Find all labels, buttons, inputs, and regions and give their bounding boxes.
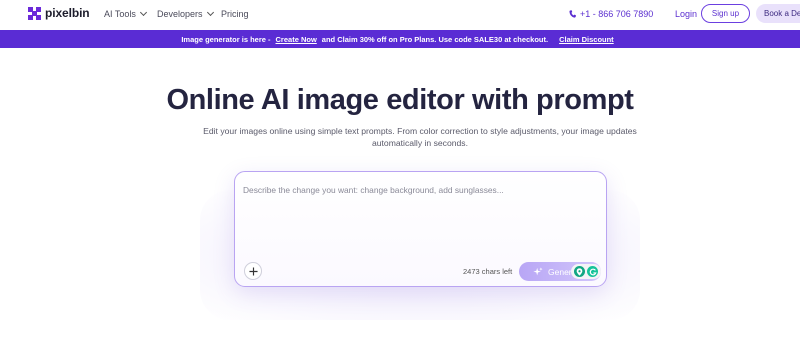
prompt-box: 2473 chars left Generate	[234, 171, 607, 287]
logo-text: pixelbin	[45, 6, 90, 20]
menu-pricing[interactable]: Pricing	[221, 9, 249, 19]
page-title: Online AI image editor with prompt	[166, 84, 634, 116]
sparkle-icon	[533, 266, 543, 275]
plus-icon	[248, 266, 258, 276]
grammarly-extension-icon[interactable]	[587, 266, 598, 277]
chars-left-counter: 2473 chars left	[463, 267, 513, 276]
add-image-button[interactable]	[244, 262, 262, 280]
phone-number: +1 - 866 706 7890	[580, 9, 654, 19]
promo-banner: Image generator is here - Create Now and…	[0, 30, 800, 48]
banner-claim-discount-link[interactable]: Claim Discount	[559, 35, 614, 44]
login-link[interactable]: Login	[675, 9, 697, 19]
pin-icon	[576, 267, 583, 276]
menu-label: Pricing	[221, 9, 249, 19]
page-subtitle: Edit your images online using simple tex…	[203, 126, 637, 148]
menu-ai-tools[interactable]: AI Tools	[104, 8, 147, 19]
banner-create-now-link[interactable]: Create Now	[276, 35, 317, 44]
location-pin-extension-icon[interactable]	[574, 266, 585, 277]
menu-label: AI Tools	[104, 9, 136, 19]
browser-extension-icons	[571, 264, 601, 279]
signup-button[interactable]: Sign up	[701, 4, 750, 23]
chevron-down-icon	[206, 8, 214, 17]
banner-middle-text: and Claim 30% off on Pro Plans. Use code…	[321, 34, 549, 44]
banner-lead: Image generator is here -	[181, 34, 271, 44]
pixelbin-logo-icon	[28, 6, 41, 20]
phone-link[interactable]: +1 - 866 706 7890	[569, 9, 653, 19]
logo[interactable]: pixelbin	[28, 6, 90, 20]
top-nav: pixelbin AI Tools Developers Pricing +1 …	[0, 0, 800, 30]
menu-developers[interactable]: Developers	[157, 8, 214, 19]
menu-label: Developers	[157, 9, 203, 19]
book-demo-button[interactable]: Book a Demo	[756, 4, 800, 23]
grammarly-icon	[589, 268, 597, 275]
prompt-input[interactable]	[243, 180, 598, 200]
phone-icon	[569, 10, 576, 18]
chevron-down-icon	[139, 8, 147, 17]
